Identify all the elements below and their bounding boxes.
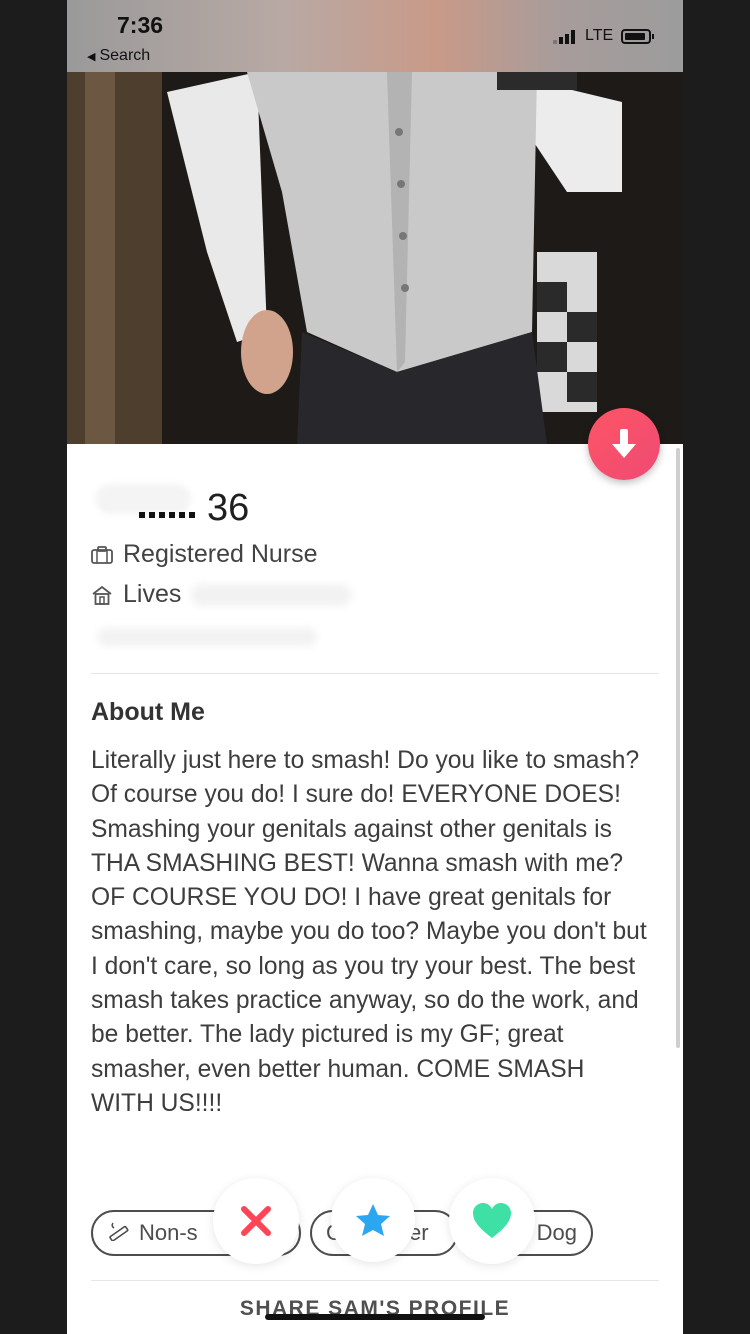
profile-age: 36 — [207, 487, 250, 529]
status-bar: 7:36 ◀ Search LTE — [67, 0, 683, 72]
nope-button[interactable] — [213, 1178, 299, 1264]
signal-icon — [553, 30, 575, 44]
job-line: Registered Nurse — [91, 540, 318, 569]
section-divider — [91, 673, 659, 674]
star-icon — [356, 1204, 390, 1236]
x-icon — [241, 1206, 271, 1236]
passion-pill-label: Dog — [536, 1220, 577, 1245]
redacted-name — [91, 478, 199, 520]
redacted-location — [191, 583, 352, 606]
back-triangle-icon: ◀ — [87, 50, 96, 63]
redacted-distance — [97, 628, 317, 646]
profile-screen: 7:36 ◀ Search LTE 36 Registered Nurse Li… — [67, 0, 683, 1334]
home-icon — [91, 585, 113, 605]
super-like-button[interactable] — [331, 1178, 415, 1262]
lives-label: Lives — [123, 580, 182, 608]
heart-icon — [473, 1203, 511, 1238]
about-heading: About Me — [91, 698, 205, 726]
profile-photo-image — [67, 72, 683, 444]
status-time: 7:36 — [117, 12, 164, 38]
profile-photo[interactable] — [67, 72, 683, 444]
scrollbar[interactable] — [676, 448, 680, 1048]
passion-pill-label: Non-s — [139, 1220, 198, 1245]
smoking-icon — [107, 1219, 131, 1247]
back-to-search-link[interactable]: ◀ Search — [87, 47, 150, 65]
name-age-row: 36 — [91, 478, 249, 530]
network-label: LTE — [585, 27, 614, 44]
briefcase-icon — [91, 545, 113, 564]
home-indicator[interactable] — [265, 1314, 485, 1320]
arrow-down-icon — [612, 429, 636, 458]
like-button[interactable] — [449, 1178, 535, 1264]
job-title: Registered Nurse — [123, 540, 318, 568]
about-text: Literally just here to smash! Do you lik… — [91, 747, 647, 1117]
location-line: Lives — [91, 580, 352, 609]
collapse-profile-button[interactable] — [588, 408, 660, 480]
battery-icon — [621, 29, 654, 44]
back-link-label: Search — [99, 47, 151, 64]
section-divider — [91, 1280, 659, 1281]
